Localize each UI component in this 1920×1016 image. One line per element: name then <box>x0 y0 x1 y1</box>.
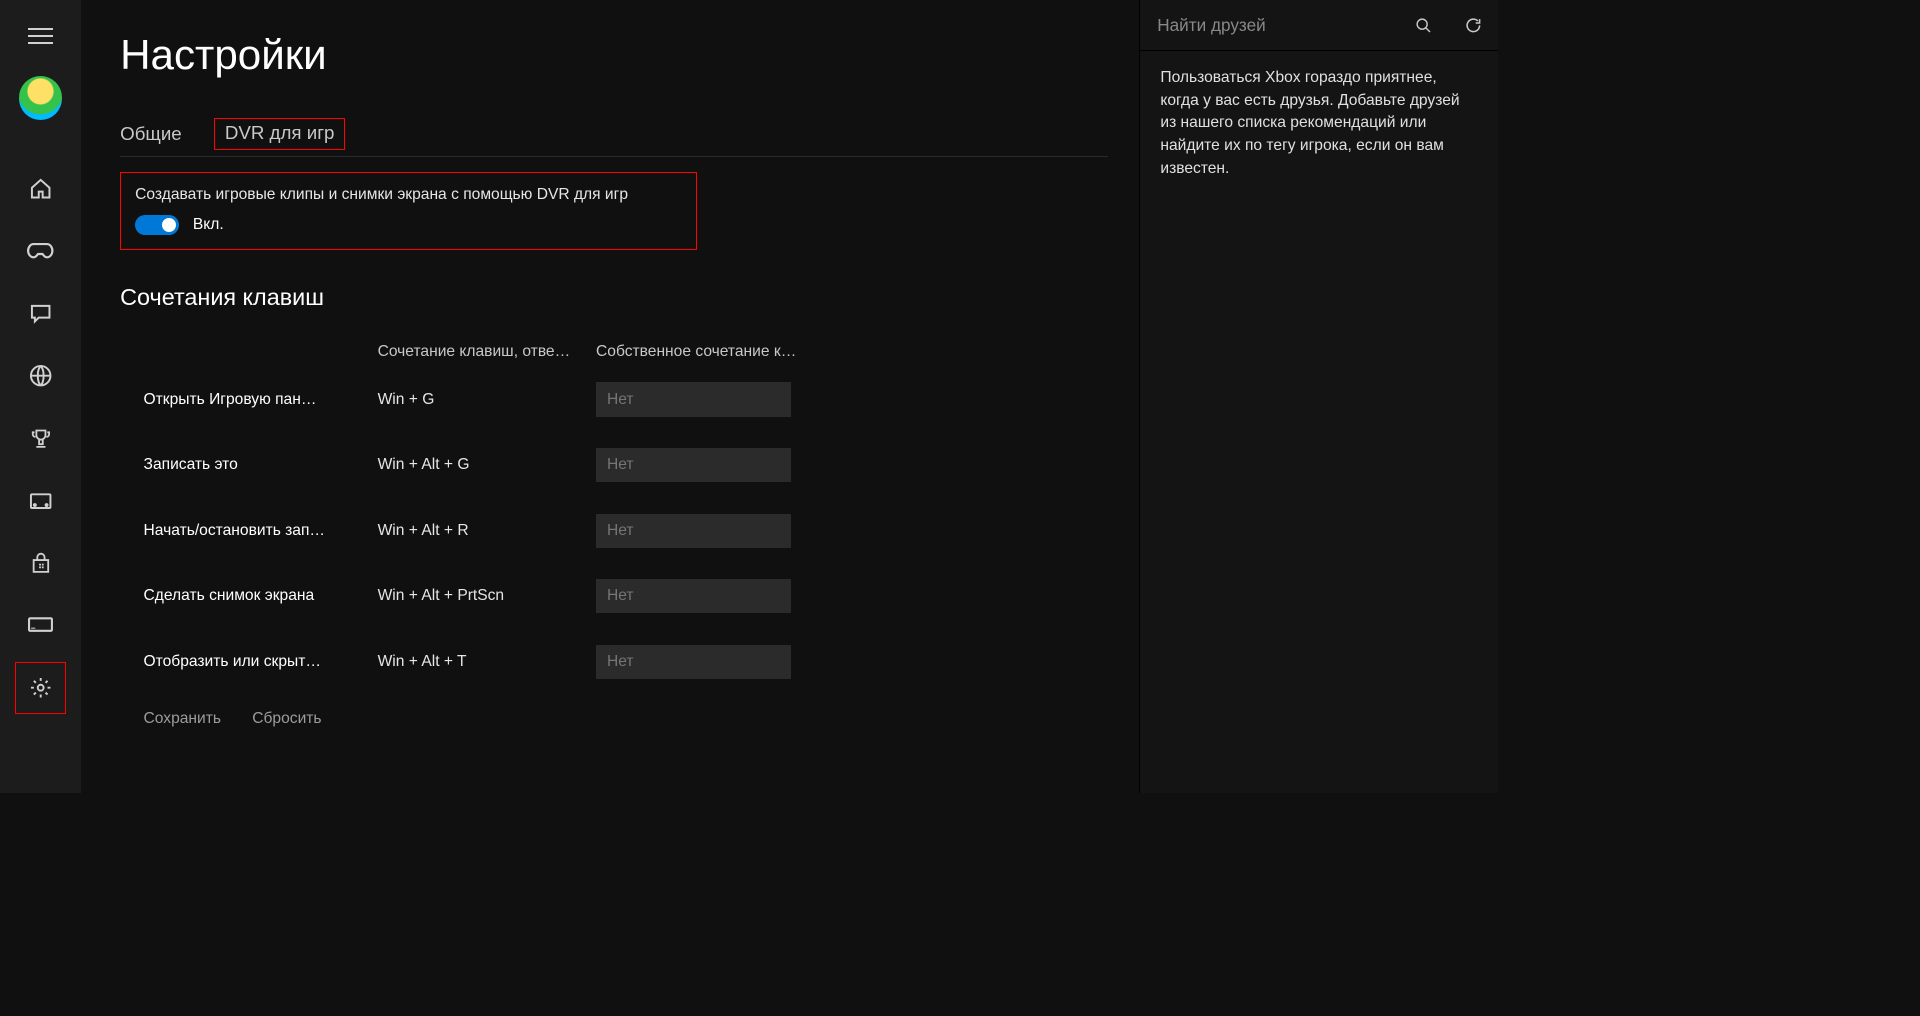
nav-messages[interactable] <box>19 292 63 336</box>
home-icon <box>29 177 52 200</box>
shortcuts-header-preset: Сочетание клавиш, отве… <box>378 343 596 361</box>
shortcut-name: Отобразить или скрыт… <box>144 653 378 671</box>
shortcuts-header-custom: Собственное сочетание к… <box>596 343 814 361</box>
shortcut-preset: Win + G <box>378 391 596 409</box>
shortcut-name: Записать это <box>144 456 378 474</box>
shortcut-name: Открыть Игровую пан… <box>144 391 378 409</box>
shortcut-preset: Win + Alt + R <box>378 522 596 540</box>
shortcut-preset: Win + Alt + T <box>378 653 596 671</box>
nav-network[interactable] <box>19 354 63 398</box>
refresh-icon <box>1464 16 1483 35</box>
shortcuts-header: Сочетание клавиш, отве… Собственное соче… <box>144 343 1140 361</box>
shortcut-preset: Win + Alt + G <box>378 456 596 474</box>
nav-home[interactable] <box>19 167 63 211</box>
nav-achievements[interactable] <box>19 417 63 461</box>
friends-blurb: Пользоваться Xbox гораздо приятнее, когд… <box>1140 51 1498 195</box>
captures-icon <box>29 491 52 511</box>
shortcut-custom-input[interactable] <box>596 382 791 416</box>
friends-search-button[interactable] <box>1398 0 1448 50</box>
chat-icon <box>29 302 52 325</box>
shortcuts-title: Сочетания клавиш <box>120 284 1139 311</box>
shortcut-row: Открыть Игровую пан… Win + G <box>144 382 1140 416</box>
trophy-icon <box>30 427 52 450</box>
friends-search-row <box>1140 0 1498 51</box>
page-title: Настройки <box>120 31 1139 79</box>
search-icon <box>1415 17 1432 34</box>
dvr-description: Создавать игровые клипы и снимки экрана … <box>135 186 681 204</box>
shortcut-row: Начать/остановить зап… Win + Alt + R <box>144 514 1140 548</box>
shortcut-custom-input[interactable] <box>596 514 791 548</box>
footer-actions: Сохранить Сбросить <box>144 710 1140 728</box>
globe-icon <box>29 364 52 387</box>
friends-refresh-button[interactable] <box>1448 0 1498 50</box>
friends-panel: Пользоваться Xbox гораздо приятнее, когд… <box>1139 0 1498 793</box>
shortcut-preset: Win + Alt + PrtScn <box>378 587 596 605</box>
nav-store[interactable] <box>19 541 63 585</box>
reset-button[interactable]: Сбросить <box>252 710 321 728</box>
shortcut-name: Сделать снимок экрана <box>144 587 378 605</box>
shortcut-name: Начать/остановить зап… <box>144 522 378 540</box>
nav-games[interactable] <box>19 229 63 273</box>
hamburger-icon <box>28 28 53 44</box>
shortcut-custom-input[interactable] <box>596 579 791 613</box>
dvr-toggle-block: Создавать игровые клипы и снимки экрана … <box>120 172 697 250</box>
console-icon <box>28 617 53 634</box>
friends-search-input[interactable] <box>1140 0 1398 50</box>
shortcut-row: Отобразить или скрыт… Win + Alt + T <box>144 645 1140 679</box>
store-icon <box>30 552 52 575</box>
avatar[interactable] <box>19 76 63 120</box>
nav-rail <box>0 0 81 793</box>
toggle-knob <box>162 218 176 232</box>
tabs: Общие DVR для игр <box>120 123 1108 157</box>
hamburger-button[interactable] <box>19 14 63 58</box>
tab-dvr[interactable]: DVR для игр <box>214 118 344 149</box>
save-button[interactable]: Сохранить <box>144 710 222 728</box>
shortcut-custom-input[interactable] <box>596 448 791 482</box>
dvr-toggle[interactable] <box>135 215 179 235</box>
main-content: Настройки Общие DVR для игр Создавать иг… <box>81 0 1139 793</box>
shortcut-row: Записать это Win + Alt + G <box>144 448 1140 482</box>
tab-general[interactable]: Общие <box>120 123 182 145</box>
nav-settings[interactable] <box>19 666 63 710</box>
nav-captures[interactable] <box>19 479 63 523</box>
shortcut-custom-input[interactable] <box>596 645 791 679</box>
dvr-toggle-label: Вкл. <box>193 216 224 234</box>
controller-icon <box>27 239 54 262</box>
gear-icon <box>29 676 52 699</box>
shortcut-row: Сделать снимок экрана Win + Alt + PrtScn <box>144 579 1140 613</box>
nav-connect[interactable] <box>19 604 63 648</box>
